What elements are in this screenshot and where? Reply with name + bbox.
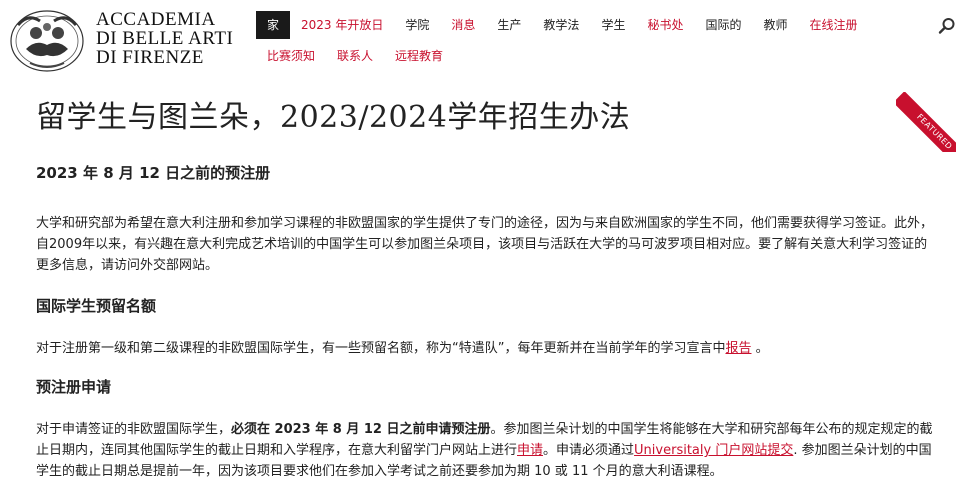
nav-item-academy[interactable]: 学院 <box>394 11 440 39</box>
nav-item-international[interactable]: 国际的 <box>694 11 752 39</box>
nav-item-secretariat[interactable]: 秘书处 <box>636 11 694 39</box>
secondary-nav: 比赛须知 联系人 远程教育 <box>256 44 454 68</box>
nav-item-distance-education[interactable]: 远程教育 <box>384 44 454 68</box>
wordmark-line-1: ACCADEMIA <box>96 9 216 30</box>
article-body: 留学生与图兰朵，2023/2024学年招生办法 2023 年 8 月 12 日之… <box>36 98 936 482</box>
reserved-places-paragraph: 对于注册第一级和第二级课程的非欧盟国际学生，有一些预留名额，称为“特遣队”，每年… <box>36 338 936 359</box>
pre-registration-text-a: 对于申请签证的非欧盟国际学生， <box>36 422 232 437</box>
nav-item-teachers[interactable]: 教师 <box>752 11 798 39</box>
search-icon[interactable] <box>938 17 956 35</box>
report-link[interactable]: 报告 <box>725 341 751 356</box>
nav-item-news[interactable]: 消息 <box>440 11 486 39</box>
pre-registration-deadline: 必须在 2023 年 8 月 12 日之前申请预注册 <box>231 422 491 437</box>
article-subtitle: 2023 年 8 月 12 日之前的预注册 <box>36 164 271 182</box>
nav-item-students[interactable]: 学生 <box>590 11 636 39</box>
institution-wordmark[interactable]: ACCADEMIA DI BELLE ARTI DI FIRENZE <box>96 10 233 67</box>
main-nav: 家 2023 年开放日 学院 消息 生产 教学法 学生 秘书处 国际的 教师 在… <box>256 11 869 39</box>
apply-link[interactable]: 申请 <box>517 443 543 458</box>
nav-item-production[interactable]: 生产 <box>486 11 532 39</box>
pre-registration-paragraph: 对于申请签证的非欧盟国际学生，必须在 2023 年 8 月 12 日之前申请预注… <box>36 419 936 482</box>
wordmark-line-3: DI FIRENZE <box>96 47 204 68</box>
section-heading-reserved-places: 国际学生预留名额 <box>36 297 157 315</box>
pre-registration-text-c: 。申请必须通过 <box>543 443 635 458</box>
nav-item-home[interactable]: 家 <box>256 11 291 39</box>
reserved-places-end: 。 <box>751 341 769 356</box>
wordmark-line-2: DI BELLE ARTI <box>96 28 234 49</box>
site-header: ACCADEMIA DI BELLE ARTI DI FIRENZE 家 202… <box>0 0 970 80</box>
reserved-places-text: 对于注册第一级和第二级课程的非欧盟国际学生，有一些预留名额，称为“特遣队”，每年… <box>36 341 726 356</box>
nav-item-competition-notice[interactable]: 比赛须知 <box>256 44 326 68</box>
universitaly-portal-link[interactable]: Universitaly 门户网站提交 <box>634 443 793 458</box>
nav-item-contacts[interactable]: 联系人 <box>326 44 384 68</box>
page-title: 留学生与图兰朵，2023/2024学年招生办法 <box>36 100 631 135</box>
cherub-emblem-icon[interactable] <box>8 5 86 73</box>
nav-item-teaching[interactable]: 教学法 <box>532 11 590 39</box>
nav-item-open-day-2023[interactable]: 2023 年开放日 <box>290 11 394 39</box>
section-heading-pre-registration: 预注册申请 <box>36 378 112 396</box>
intro-paragraph: 大学和研究部为希望在意大利注册和参加学习课程的非欧盟国家的学生提供了专门的途径，… <box>36 216 934 273</box>
nav-item-online-registration[interactable]: 在线注册 <box>799 11 869 39</box>
